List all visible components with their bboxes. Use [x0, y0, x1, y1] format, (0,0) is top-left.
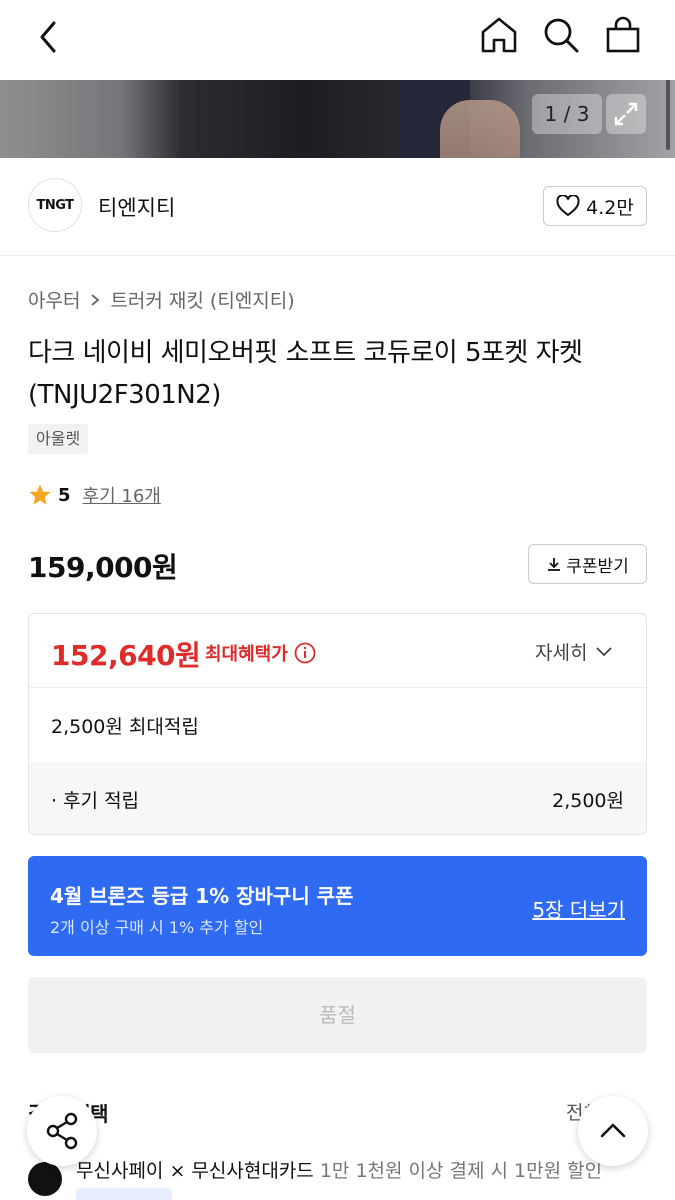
- share-button[interactable]: [27, 1096, 97, 1166]
- brand-row: TNGT 티엔지티 4.2만: [0, 158, 675, 256]
- pay-badge: [76, 1188, 172, 1200]
- chevron-up-icon: [600, 1123, 626, 1138]
- payment-benefit-text: 무신사페이 × 무신사현대카드 1만 1천원 이상 결제 시 1만원 할인: [76, 1156, 602, 1183]
- brand-logo[interactable]: TNGT: [28, 178, 82, 232]
- product-image-gallery[interactable]: 1 / 3: [0, 80, 675, 158]
- heart-icon: [556, 195, 580, 217]
- best-price: 152,640원: [51, 639, 201, 672]
- share-icon: [46, 1112, 78, 1150]
- like-button[interactable]: 4.2만: [543, 186, 647, 226]
- top-navigation-bar: [0, 0, 675, 80]
- pay-brand-b: 무신사현대카드: [191, 1160, 314, 1182]
- chevron-down-icon: [596, 646, 613, 656]
- home-button[interactable]: [478, 14, 520, 56]
- musinsa-pay-icon: [28, 1162, 62, 1196]
- breadcrumb-subcategory[interactable]: 트러커 재킷 (티엔지티): [110, 286, 294, 313]
- detail-toggle[interactable]: 자세히: [535, 638, 613, 665]
- chevron-right-icon: [91, 293, 100, 306]
- star-icon: [29, 484, 51, 505]
- review-points-value: 2,500원: [552, 790, 624, 812]
- download-icon: [548, 558, 561, 571]
- outlet-tag: 아울렛: [28, 424, 89, 454]
- shopping-bag-icon: [606, 16, 640, 53]
- soldout-button: 품절: [28, 977, 647, 1053]
- pay-cross: ×: [169, 1160, 186, 1182]
- original-price: 159,000원: [28, 551, 178, 584]
- promo-subtitle: 2개 이상 구매 시 1% 추가 할인: [50, 918, 264, 937]
- shopping-bag-button[interactable]: [602, 14, 644, 56]
- get-coupon-button[interactable]: 쿠폰받기: [528, 544, 647, 584]
- detail-label: 자세히: [535, 642, 588, 664]
- review-points-row: · 후기 적립 2,500원: [29, 762, 646, 834]
- info-icon[interactable]: [294, 642, 316, 664]
- best-price-label: 최대혜택가: [205, 640, 316, 666]
- max-points: 2,500원 최대적립: [51, 716, 199, 738]
- breadcrumb-category[interactable]: 아우터: [28, 286, 80, 313]
- brand-name[interactable]: 티엔지티: [98, 192, 175, 222]
- search-button[interactable]: [540, 14, 582, 56]
- chevron-left-icon: [40, 21, 56, 53]
- rating-row: 5 후기 16개: [28, 482, 161, 508]
- review-count-link[interactable]: 후기 16개: [83, 482, 161, 508]
- breadcrumb: 아우터 트러커 재킷 (티엔지티): [28, 286, 295, 313]
- expand-icon: [614, 102, 638, 126]
- pay-desc: 1만 1천원 이상 결제 시 1만원 할인: [319, 1160, 603, 1182]
- coupon-promo-banner[interactable]: 4월 브론즈 등급 1% 장바구니 쿠폰 2개 이상 구매 시 1% 추가 할인…: [28, 856, 647, 956]
- scrollbar[interactable]: [666, 80, 670, 150]
- scroll-to-top-button[interactable]: [578, 1096, 648, 1166]
- like-count: 4.2만: [586, 196, 634, 219]
- product-photo-hand: [440, 100, 520, 158]
- back-button[interactable]: [30, 17, 70, 57]
- rating-score: 5: [58, 484, 71, 506]
- search-icon: [544, 18, 579, 53]
- promo-title: 4월 브론즈 등급 1% 장바구니 쿠폰: [50, 884, 354, 908]
- gallery-pager: 1 / 3: [532, 94, 602, 134]
- product-title: 다크 네이비 세미오버핏 소프트 코듀로이 5포켓 자켓 (TNJU2F301N…: [28, 338, 583, 410]
- get-coupon-label: 쿠폰받기: [566, 556, 629, 577]
- review-points-label: · 후기 적립: [51, 790, 140, 812]
- best-price-row: 152,640원 최대혜택가 자세히: [29, 614, 646, 688]
- home-icon: [481, 17, 517, 53]
- benefit-box: 152,640원 최대혜택가 자세히 2,500원 최대적립 · 후기 적립 2…: [28, 613, 647, 835]
- promo-more-link[interactable]: 5장 더보기: [532, 894, 625, 923]
- payment-benefit-row: 무신사페이 × 무신사현대카드 1만 1천원 이상 결제 시 1만원 할인: [28, 1152, 668, 1200]
- best-price-text: 최대혜택가: [205, 644, 288, 665]
- expand-button[interactable]: [606, 94, 646, 134]
